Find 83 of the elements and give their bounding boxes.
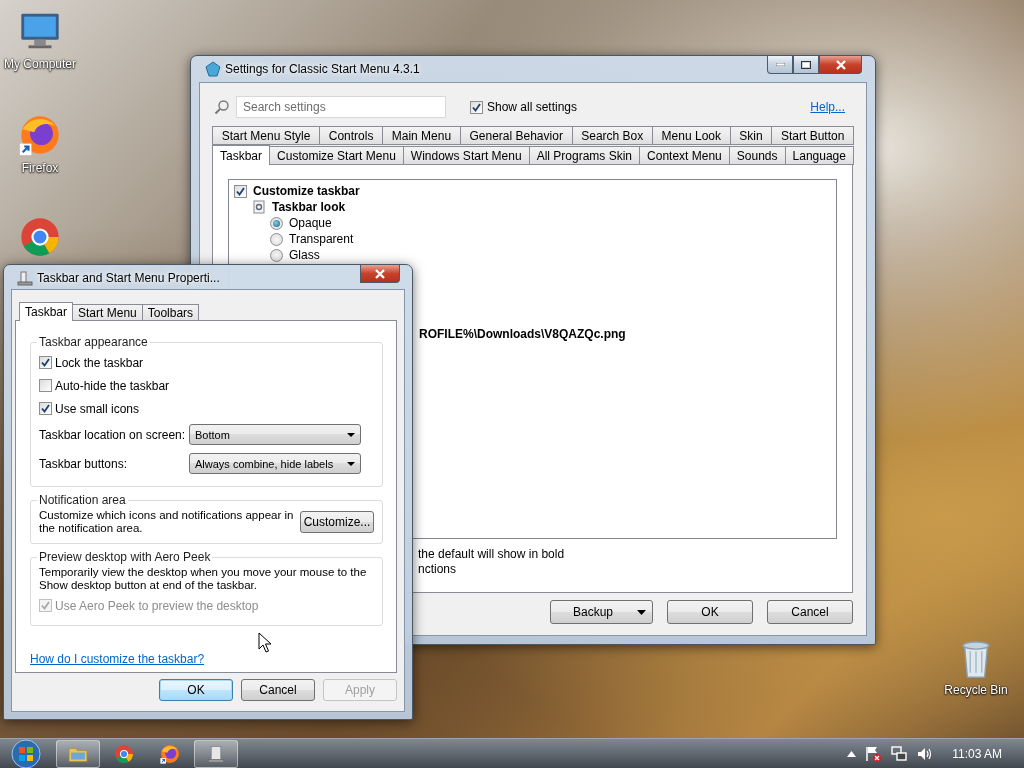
checkbox-label: Lock the taskbar [55,355,144,370]
tab[interactable]: Main Menu [382,126,461,145]
checkbox-label: Use Aero Peek to preview the desktop [55,598,259,613]
window-title: Taskbar and Start Menu Properti... [37,271,220,285]
tab[interactable]: Context Menu [639,146,730,165]
checkbox[interactable] [39,402,52,415]
group-title: Taskbar appearance [38,335,149,349]
tab[interactable]: Language [784,146,854,165]
minimize-icon [775,63,785,66]
chrome-icon [113,742,135,765]
caret-icon [347,432,355,437]
tab[interactable]: All Programs Skin [528,146,641,165]
setting-label: Taskbar look [272,200,346,214]
settings-page-icon [252,200,266,214]
radio-button[interactable] [270,232,283,246]
tab[interactable]: Taskbar [19,302,74,321]
taskbar-app-icon [17,270,33,286]
maximize-button[interactable] [793,56,819,74]
dropdown[interactable]: Always combine, hide labels [189,453,361,474]
dialog-button[interactable]: Cancel [241,679,315,701]
tab[interactable]: Toolbars [141,304,200,321]
close-icon [374,268,386,279]
customize-button[interactable]: Customize... [300,511,374,533]
taskbar-app-button[interactable] [56,739,100,768]
field-label: Taskbar location on screen: [39,427,187,442]
help-link[interactable]: How do I customize the taskbar? [30,652,205,666]
setting-label: Transparent [289,232,354,246]
field-label: Taskbar buttons: [39,456,129,471]
tab[interactable]: Start Menu [72,304,143,321]
dialog-button[interactable]: OK [159,679,233,701]
tab[interactable]: Skin [729,126,773,145]
tab[interactable]: Search Box [571,126,653,145]
chevron-up-icon[interactable] [847,750,857,757]
tab[interactable]: Windows Start Menu [402,146,530,165]
firefox-icon [159,742,181,765]
checkbox[interactable] [39,379,52,392]
clock[interactable]: 11:03 AM [952,746,1002,761]
checkbox-label: Show all settings [487,100,578,114]
tab[interactable]: Sounds [728,146,786,165]
tab[interactable]: Taskbar [212,145,271,165]
checkbox[interactable] [39,356,52,369]
flag-icon[interactable] [864,744,883,763]
group-title: Preview desktop with Aero Peek [38,550,212,564]
tab[interactable]: Controls [319,126,384,145]
setting-label: Glass [289,248,320,262]
dialog-button[interactable]: Cancel [767,600,853,624]
network-icon[interactable] [890,744,909,763]
tab[interactable]: General Behavior [459,126,573,145]
setting-value: ROFILE%\Downloads\V8QAZQc.png [419,327,627,341]
setting-label: Opaque [289,216,332,230]
close-button[interactable] [360,265,400,283]
checkbox-label: Use small icons [55,401,140,416]
info-text: the default will show in bold [418,547,566,562]
search-icon [214,99,230,115]
tab[interactable]: Customize Start Menu [269,146,404,165]
close-icon [834,59,847,70]
group-title: Notification area [38,493,127,507]
radio-button[interactable] [270,216,283,230]
info-text: nctions [418,562,458,577]
desktop-icon-label[interactable]: Recycle Bin [944,683,1008,697]
search-field[interactable]: Search settings [236,96,446,118]
maximize-icon [801,60,811,69]
taskbar-app-button[interactable] [194,739,238,768]
tab[interactable]: Start Menu Style [212,126,321,145]
tab[interactable]: Menu Look [651,126,731,145]
window-title: Settings for Classic Start Menu 4.3.1 [225,62,420,76]
backup-button[interactable]: Backup [550,600,653,624]
dropdown[interactable]: Bottom [189,424,361,445]
dialog-button[interactable]: OK [667,600,753,624]
setting-label: Customize taskbar [253,184,360,198]
radio-button[interactable] [270,248,283,262]
close-button[interactable] [819,56,862,74]
tab[interactable]: Start Button [771,126,855,145]
minimize-button[interactable] [767,56,793,74]
description-text: Temporarily view the desktop when you move your mouse to the Show desktop button at end of the taskbar. [39,566,368,592]
help-link[interactable]: Help... [810,100,845,114]
checkbox-label: Auto-hide the taskbar [55,378,170,393]
caret-icon [637,609,646,615]
description-text: Customize which icons and notifications appear in the notification area. [39,509,294,535]
mouse-cursor-icon [258,632,272,653]
checkbox[interactable] [234,184,247,198]
checkbox[interactable] [470,100,483,114]
caret-icon [347,461,355,466]
